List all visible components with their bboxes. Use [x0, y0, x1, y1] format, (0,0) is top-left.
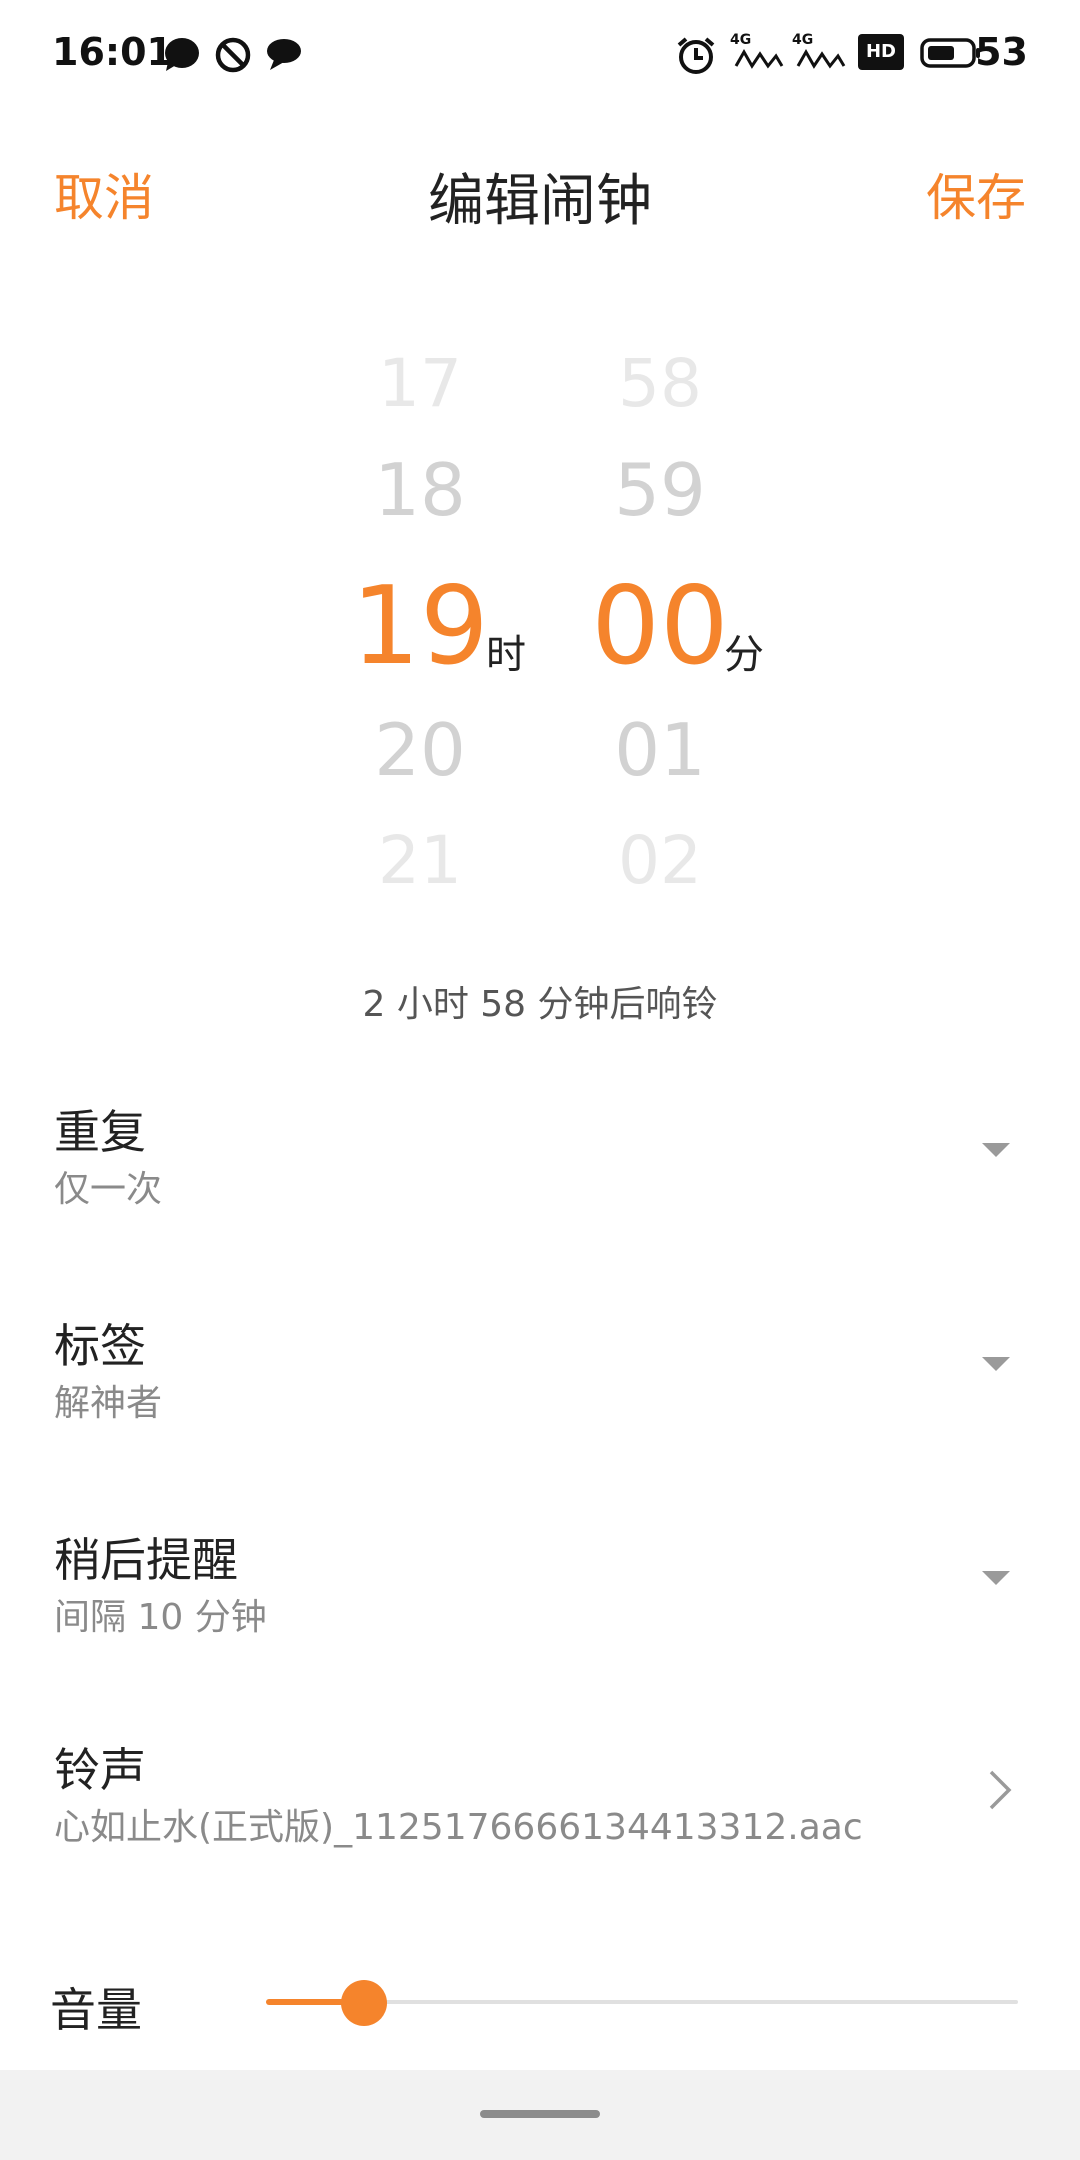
setting-value: 心如止水(正式版)_1125176666134413312.aac	[54, 1807, 863, 1848]
hour-option[interactable]: 21	[300, 822, 540, 899]
minute-unit-label: 分	[724, 632, 764, 678]
alarm-icon	[677, 37, 715, 74]
chevron-right-icon[interactable]	[986, 1768, 1014, 1812]
setting-value: 间隔 10 分钟	[54, 1597, 267, 1638]
hour-unit-label: 时	[486, 632, 526, 678]
battery-percent: 53	[975, 30, 1028, 74]
hd-icon: HD	[858, 34, 904, 70]
setting-value: 仅一次	[54, 1169, 163, 1210]
message-icon	[267, 39, 301, 70]
minute-option[interactable]: 01	[540, 708, 780, 792]
dropdown-icon[interactable]	[982, 1571, 1010, 1585]
home-gesture-handle[interactable]	[480, 2110, 600, 2118]
dropdown-icon[interactable]	[982, 1143, 1010, 1157]
battery-icon	[920, 38, 980, 68]
minute-option[interactable]: 59	[540, 448, 780, 532]
setting-title: 重复	[54, 1105, 146, 1159]
hd-label: HD	[865, 41, 896, 62]
hour-option[interactable]: 20	[300, 708, 540, 792]
volume-label: 音量	[50, 1983, 142, 2037]
ring-countdown-text: 2 小时 58 分钟后响铃	[362, 984, 718, 1025]
hour-option[interactable]: 18	[300, 448, 540, 532]
save-button[interactable]: 保存	[926, 158, 1026, 230]
dropdown-icon[interactable]	[982, 1357, 1010, 1371]
signal-4g-icon: 4G	[792, 32, 846, 72]
signal-4g-icon: 4G	[730, 32, 784, 72]
do-not-disturb-icon	[215, 37, 251, 73]
volume-slider-thumb[interactable]	[340, 1980, 387, 2026]
minute-option[interactable]: 58	[540, 345, 780, 422]
setting-value: 解神者	[54, 1383, 163, 1424]
status-time: 16:01	[52, 30, 173, 74]
setting-title: 标签	[54, 1319, 146, 1373]
setting-title: 铃声	[54, 1743, 146, 1797]
page-title: 编辑闹钟	[428, 169, 652, 234]
hour-option[interactable]: 17	[300, 345, 540, 422]
minute-option[interactable]: 02	[540, 822, 780, 899]
setting-title: 稍后提醒	[54, 1533, 238, 1587]
chat-bubble-icon	[165, 38, 199, 71]
